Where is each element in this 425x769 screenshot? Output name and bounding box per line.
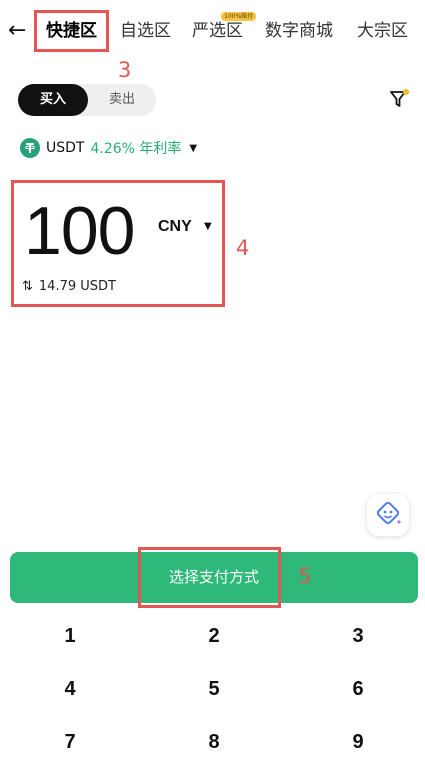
annotation-box-pay (138, 547, 281, 608)
keypad-key-5[interactable]: 5 (184, 669, 244, 709)
tab-selected[interactable]: 严选区 (192, 17, 243, 45)
annotation-label-3: 3 (118, 58, 132, 82)
amount-value[interactable]: 100 (24, 192, 135, 270)
filter-icon[interactable] (388, 88, 410, 110)
converted-value: 14.79 USDT (38, 279, 116, 294)
converted-amount[interactable]: ⇅ 14.79 USDT (22, 279, 116, 294)
tab-custom[interactable]: 自选区 (120, 17, 171, 45)
keypad-key-8[interactable]: 8 (184, 722, 244, 762)
tab-digital-mall[interactable]: 数字商城 (265, 17, 333, 45)
asset-symbol: USDT (46, 140, 85, 156)
keypad-key-3[interactable]: 3 (328, 616, 388, 656)
usdt-coin-icon (20, 138, 40, 158)
asset-rate: 4.26% 年利率 (90, 141, 182, 157)
annotation-label-4: 4 (236, 236, 250, 260)
asset-selector[interactable]: USDT 4.26% 年利率 ▼ (20, 136, 197, 160)
guarantee-badge: 100%赔付 (221, 12, 257, 21)
annotation-box-tab (34, 10, 109, 52)
buy-tab[interactable]: 买入 (18, 84, 88, 116)
keypad-key-2[interactable]: 2 (184, 616, 244, 656)
swap-icon[interactable]: ⇅ (22, 279, 33, 294)
keypad-key-4[interactable]: 4 (40, 669, 100, 709)
back-arrow-icon[interactable]: ← (8, 16, 30, 46)
currency-selector[interactable]: CNY (158, 218, 192, 236)
assistant-icon (376, 501, 401, 525)
keypad-key-7[interactable]: 7 (40, 722, 100, 762)
sell-tab[interactable]: 卖出 (88, 84, 156, 116)
annotation-label-5: 5 (298, 564, 312, 588)
buy-sell-toggle: 买入 卖出 (18, 84, 156, 116)
chevron-down-icon: ▼ (189, 142, 198, 154)
currency-chevron-icon[interactable]: ▼ (204, 221, 212, 232)
keypad-key-6[interactable]: 6 (328, 669, 388, 709)
keypad-key-9[interactable]: 9 (328, 722, 388, 762)
keypad-key-1[interactable]: 1 (40, 616, 100, 656)
assistant-button[interactable] (367, 494, 409, 536)
tab-bulk[interactable]: 大宗区 (357, 17, 408, 45)
